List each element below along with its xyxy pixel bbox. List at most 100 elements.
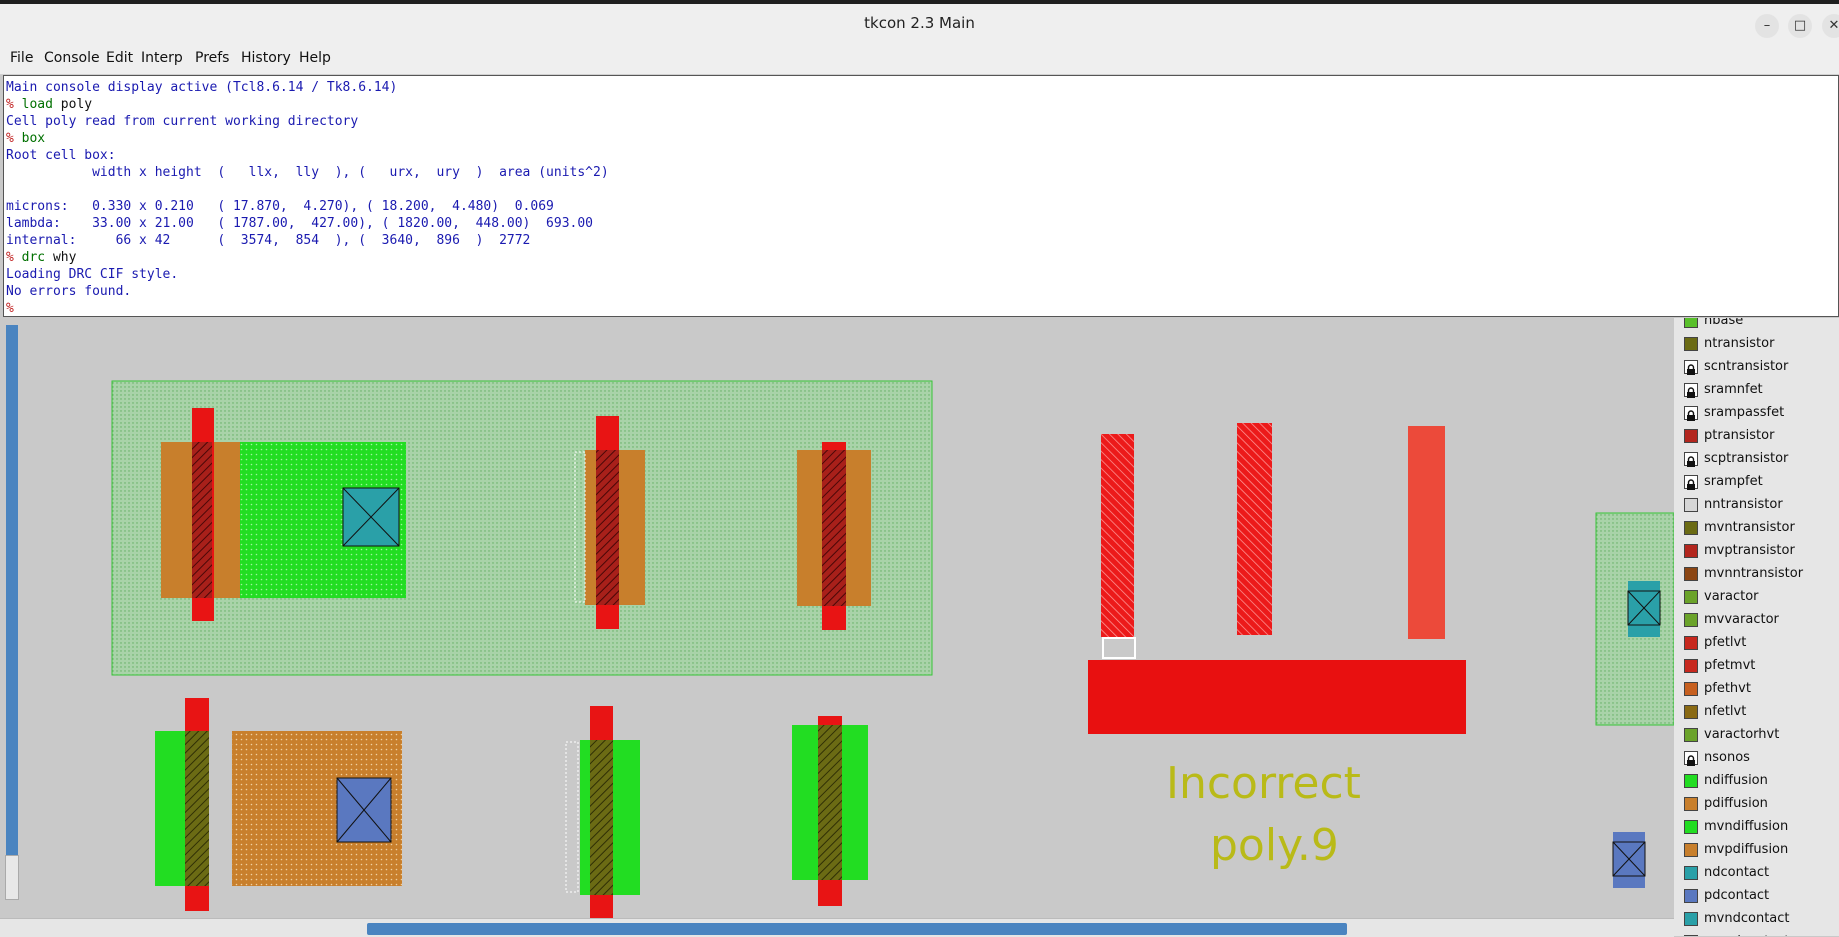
menu-history[interactable]: History: [241, 50, 291, 66]
layer-item-nfetlvt[interactable]: nfetlvt: [1678, 703, 1838, 723]
layer-swatch: [1684, 521, 1698, 535]
layer-name: srampassfet: [1704, 405, 1785, 420]
menu-console[interactable]: Console: [44, 50, 100, 66]
horizontal-scrollbar[interactable]: [0, 918, 1674, 937]
layer-item-mvndiffusion[interactable]: mvndiffusion: [1678, 818, 1838, 838]
layout-canvas[interactable]: Incorrect poly.9: [0, 318, 1674, 918]
layer-swatch: [1684, 866, 1698, 880]
menu-help[interactable]: Help: [299, 50, 331, 66]
layer-name: scntransistor: [1704, 359, 1789, 374]
layer-name: mvndiffusion: [1704, 819, 1789, 834]
lock-icon: [1684, 360, 1698, 375]
layer-item-varactor[interactable]: varactor: [1678, 588, 1838, 608]
console-line: Loading DRC CIF style.: [6, 267, 179, 282]
menu-file[interactable]: File: [10, 50, 33, 66]
layer-name: mvpdiffusion: [1704, 842, 1789, 857]
menu-interp[interactable]: Interp: [141, 50, 183, 66]
layer-swatch: [1684, 337, 1698, 351]
layer-item-pfethvt[interactable]: pfethvt: [1678, 680, 1838, 700]
layer-swatch: [1684, 613, 1698, 627]
layer-item-ndcontact[interactable]: ndcontact: [1678, 864, 1838, 884]
layout-drawing[interactable]: [0, 318, 1674, 918]
console-output[interactable]: Main console display active (Tcl8.6.14 /…: [3, 75, 1839, 317]
lock-icon: [1684, 406, 1698, 421]
layer-item-varactorhvt[interactable]: varactorhvt: [1678, 726, 1838, 746]
layer-panel: nbase ntransistor scntransistor sramnfet sra…: [1674, 318, 1839, 936]
layer-name: mvnntransistor: [1704, 566, 1804, 581]
layer-name: nfetlvt: [1704, 704, 1747, 719]
poly-bar: [1408, 426, 1445, 639]
menu-edit[interactable]: Edit: [106, 50, 133, 66]
ntransistor: [590, 740, 613, 895]
layer-item-scntransistor[interactable]: scntransistor: [1678, 358, 1838, 378]
layer-item-nntransistor[interactable]: nntransistor: [1678, 496, 1838, 516]
layer-name: sramnfet: [1704, 382, 1763, 397]
close-button[interactable]: ✕: [1822, 14, 1839, 38]
lock-icon: [1684, 452, 1698, 467]
layer-name: ndcontact: [1704, 865, 1770, 880]
layer-name: nbase: [1704, 318, 1744, 328]
layer-item-mvndcontact[interactable]: mvndcontact: [1678, 910, 1838, 930]
console-line: Cell poly read from current working dire…: [6, 114, 359, 129]
layer-item-srampassfet[interactable]: srampassfet: [1678, 404, 1838, 424]
ptransistor: [192, 442, 212, 598]
layer-item-srampfet[interactable]: srampfet: [1678, 473, 1838, 493]
console-line: internal: 66 x 42 ( 3574, 854 ), ( 3640,…: [6, 233, 531, 248]
poly-strip: [1088, 660, 1466, 734]
layer-name: ptransistor: [1704, 428, 1775, 443]
layer-item-nbase[interactable]: nbase: [1678, 318, 1838, 332]
layer-name: nntransistor: [1704, 497, 1783, 512]
layer-swatch: [1684, 498, 1698, 512]
layer-item-mvvaractor[interactable]: mvvaractor: [1678, 611, 1838, 631]
console-line: Main console display active (Tcl8.6.14 /…: [6, 80, 398, 95]
layer-item-pdcontact[interactable]: pdcontact: [1678, 887, 1838, 907]
layer-item-pdiffusion[interactable]: pdiffusion: [1678, 795, 1838, 815]
console-line: Root cell box:: [6, 148, 116, 163]
layer-swatch: [1684, 429, 1698, 443]
layer-item-scptransistor[interactable]: scptransistor: [1678, 450, 1838, 470]
console-line: % box: [6, 131, 46, 146]
layer-name: ndiffusion: [1704, 773, 1768, 788]
layer-name: mvndcontact: [1704, 911, 1790, 926]
pdiffusion: [161, 442, 193, 598]
layer-item-mvpdiffusion[interactable]: mvpdiffusion: [1678, 841, 1838, 861]
layer-item-sramnfet[interactable]: sramnfet: [1678, 381, 1838, 401]
console-line: No errors found.: [6, 284, 132, 299]
layer-item-ntransistor[interactable]: ntransistor: [1678, 335, 1838, 355]
layer-swatch: [1684, 912, 1698, 926]
layer-item-pfetmvt[interactable]: pfetmvt: [1678, 657, 1838, 677]
contact: [1628, 581, 1660, 637]
console-line: microns: 0.330 x 0.210 ( 17.870, 4.270),…: [6, 199, 554, 214]
vertical-scrollbar[interactable]: [6, 325, 18, 855]
layer-item-mvptransistor[interactable]: mvptransistor: [1678, 542, 1838, 562]
window-title: tkcon 2.3 Main: [864, 14, 975, 32]
ntransistor: [185, 731, 209, 886]
layer-swatch: [1684, 774, 1698, 788]
layer-item-mvnntransistor[interactable]: mvnntransistor: [1678, 565, 1838, 585]
console-prompt[interactable]: %: [6, 300, 14, 316]
layer-name: pdiffusion: [1704, 796, 1768, 811]
scroll-down-button[interactable]: [5, 855, 19, 900]
maximize-button[interactable]: □: [1788, 14, 1812, 38]
ptransistor: [822, 450, 846, 606]
layer-swatch: [1684, 843, 1698, 857]
layer-swatch: [1684, 659, 1698, 673]
minimize-button[interactable]: –: [1755, 14, 1779, 38]
scrollbar-thumb[interactable]: [367, 923, 1347, 935]
layer-name: varactor: [1704, 589, 1759, 604]
layer-name: scptransistor: [1704, 451, 1789, 466]
layer-item-mvntransistor[interactable]: mvntransistor: [1678, 519, 1838, 539]
lock-icon: [1684, 383, 1698, 398]
poly-bar: [1237, 423, 1272, 635]
layer-item-pfetlvt[interactable]: pfetlvt: [1678, 634, 1838, 654]
menu-prefs[interactable]: Prefs: [195, 50, 229, 66]
ntransistor: [818, 725, 842, 880]
layer-item-ndiffusion[interactable]: ndiffusion: [1678, 772, 1838, 792]
lock-icon: [1684, 475, 1698, 490]
layer-name: nsonos: [1704, 750, 1750, 765]
layer-item-nsonos[interactable]: nsonos: [1678, 749, 1838, 769]
layer-swatch: [1684, 318, 1698, 328]
layer-name: mvptransistor: [1704, 543, 1795, 558]
layer-item-ptransistor[interactable]: ptransistor: [1678, 427, 1838, 447]
contact: [1613, 832, 1645, 888]
